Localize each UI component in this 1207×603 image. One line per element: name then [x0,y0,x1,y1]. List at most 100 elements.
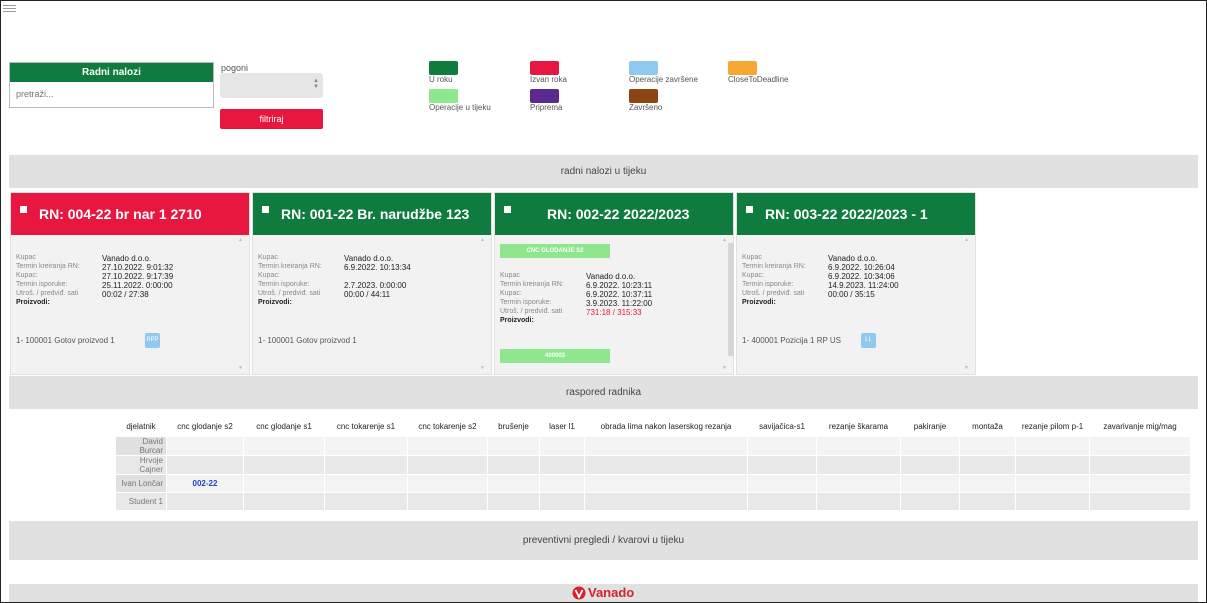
value: 2.7.2023. 0:00:00 [344,281,407,290]
column-header: laser l1 [549,421,575,431]
label: Kupac: [16,272,38,279]
legend-priprema: Priprema [530,89,562,112]
work-order-link[interactable]: 002-22 [166,474,244,493]
card-body[interactable]: ▲ Kupac Vanado d.o.o. Termin kreiranja RN… [728,235,975,374]
product-badge[interactable]: 400003 [500,349,610,363]
schedule-cell [243,492,325,511]
schedule-cell [584,492,748,511]
legend-swatch [629,89,658,103]
select-checkbox[interactable] [20,205,27,213]
scroll-down-icon[interactable]: ▼ [480,365,485,371]
card-header: RN: 002-22 2022/2023 [495,193,733,235]
legend-swatch [530,89,559,103]
scroll-up-icon[interactable]: ▲ [964,237,969,243]
schedule-cell [166,492,244,511]
schedule-cell [900,474,960,493]
label: Termin isporuke: [500,299,552,306]
app-window: Radni nalozi pogoni ▲▼ filtriraj U roku … [0,0,1207,603]
label: Kupac [742,254,762,261]
schedule-cell [1089,455,1191,475]
table-row: Student 1 [115,492,1191,511]
schedule-cell [900,436,960,456]
schedule-cell [816,492,901,511]
scroll-down-icon[interactable]: ▼ [964,365,969,371]
legend-swatch [530,61,559,75]
label: Termin kreiranja RN: [500,281,564,288]
column-header: savijačica-s1 [759,421,805,431]
card-body[interactable]: ▲ Kupac Vanado d.o.o. Termin kreiranja RN… [253,235,491,374]
scrollbar[interactable] [728,243,734,356]
work-order-card[interactable]: RN: 002-22 2022/2023 ▲ CNC GLODANJE S2 K… [494,192,734,375]
label: Termin isporuke: [258,281,310,288]
select-checkbox[interactable] [746,205,753,213]
plant-filter-label: pogoni [221,63,249,73]
schedule-cell [1089,492,1191,511]
schedule-cell [816,474,901,493]
schedule-cell [584,455,748,475]
vanado-logo-icon [572,586,586,599]
hamburger-menu-icon[interactable] [3,3,16,15]
filter-button[interactable]: filtriraj [220,109,323,129]
schedule-cell [407,474,488,493]
schedule-cell [1015,474,1090,493]
schedule-cell [900,455,960,475]
legend-swatch [728,61,757,75]
schedule-cell [407,492,488,511]
products-label: Proizvodi: [500,317,534,324]
worker-schedule-table: djelatnik cnc glodanje s2 cnc glodanje s… [115,416,1191,511]
worker-name: David Burcar [115,436,167,456]
column-header: cnc tokarenje s1 [336,421,396,431]
work-order-card[interactable]: RN: 004-22 br nar 1 2710 ▲ Kupac Vanado d… [10,192,250,375]
schedule-cell [1015,455,1090,475]
operation-in-progress-badge[interactable]: CNC GLODANJE S2 [500,244,610,258]
label: Kupac: [742,272,764,279]
value: 00:02 / 27:38 [102,290,149,299]
work-order-card[interactable]: RN: 003-22 2022/2023 - 1 ▲ Kupac Vanado d… [728,192,976,375]
scroll-down-icon[interactable]: ▼ [722,365,727,371]
brand-name: Vanado [588,585,635,600]
column-header: brušenje [498,421,529,431]
products-label: Proizvodi: [258,299,292,306]
schedule-cell [747,455,817,475]
schedule-cell [324,436,408,456]
scroll-down-icon[interactable]: ▼ [238,365,243,371]
schedule-cell [324,455,408,475]
legend-izvan-roka: Izvan roka [530,61,567,84]
card-title: RN: 003-22 2022/2023 - 1 [765,206,928,222]
value: 27.10.2022. 9:01:32 [102,263,174,272]
select-checkbox[interactable] [262,205,269,213]
schedule-cell [1089,436,1191,456]
scroll-up-icon[interactable]: ▲ [722,237,727,243]
schedule-cell [959,436,1016,456]
schedule-cell [243,474,325,493]
work-order-card[interactable]: RN: 001-22 Br. narudžbe 123 ▲ Kupac Vanad… [252,192,492,375]
card-header: RN: 004-22 br nar 1 2710 [11,193,249,235]
operation-tag[interactable]: I.I. [861,333,876,348]
value: Vanado d.o.o. [828,254,878,263]
plant-select[interactable]: ▲ ▼ [220,73,323,98]
schedule-cell [816,455,901,475]
schedule-cell [959,474,1016,493]
table-row: David Burcar [115,436,1191,456]
card-body[interactable]: ▲ Kupac Vanado d.o.o. Termin kreiranja RN… [11,235,249,374]
scroll-up-icon[interactable]: ▲ [238,237,243,243]
value: 00:00 / 35:15 [828,290,875,299]
search-input[interactable] [10,82,212,106]
scroll-up-icon[interactable]: ▲ [480,237,485,243]
schedule-cell [243,455,325,475]
value: 00:00 / 44:11 [344,290,391,299]
label: Termin isporuke: [16,281,68,288]
label: Kupac: [258,272,280,279]
legend-operacije-zavrsene: Operacije završene [629,61,698,84]
column-header: rezanje pilom p-1 [1021,421,1084,431]
table-header-row: djelatnik cnc glodanje s2 cnc glodanje s… [116,416,1191,437]
column-header: zavarivanje mig/mag [1103,421,1177,431]
column-header: cnc glodanje s2 [177,421,233,431]
operation-tag[interactable]: RPP [145,333,160,348]
select-checkbox[interactable] [504,205,511,213]
column-header: cnc glodanje s1 [256,421,312,431]
legend-swatch [429,89,458,103]
schedule-cell [166,436,244,456]
label: Termin kreiranja RN: [742,263,806,270]
card-body[interactable]: ▲ CNC GLODANJE S2 Kupac Vanado d.o.o. Ter… [495,235,733,374]
